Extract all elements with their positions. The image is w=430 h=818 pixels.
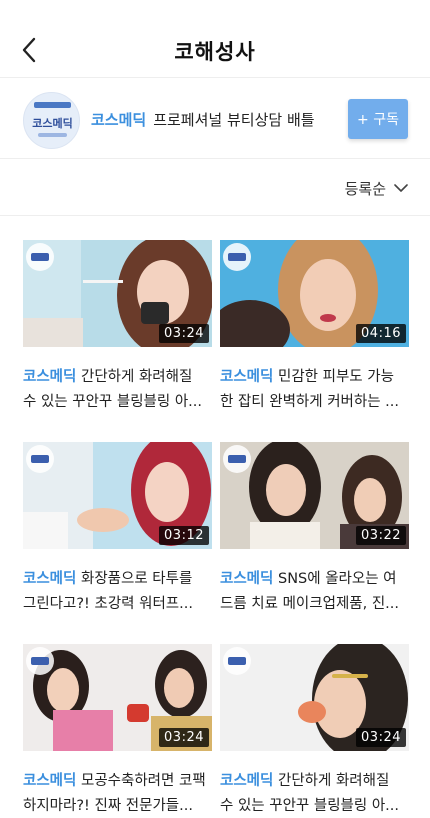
- sort-label: 등록순: [344, 180, 386, 198]
- subscribe-button[interactable]: + 구독: [348, 99, 408, 139]
- video-title-line2: 수 있는 꾸안꾸 블링블링 아...: [220, 798, 400, 814]
- video-card[interactable]: 03:24 코스메딕 간단하게 화려해질 수 있는 꾸안꾸 블링블링 아...: [23, 240, 212, 415]
- video-title-line2: 드름 치료 메이크업제품, 진...: [220, 596, 400, 612]
- video-brand: 코스메딕: [220, 773, 274, 789]
- video-thumbnail[interactable]: 03:12: [23, 442, 212, 549]
- video-title-line1: 모공수축하려면 코팩: [80, 773, 206, 789]
- video-brand: 코스메딕: [220, 571, 274, 587]
- video-brand: 코스메딕: [23, 773, 77, 789]
- video-title[interactable]: 코스메딕 간단하게 화려해질 수 있는 꾸안꾸 블링블링 아...: [23, 365, 212, 415]
- sort-dropdown[interactable]: 등록순: [345, 178, 408, 199]
- channel-description: 프로페셔널 뷰티상담 배틀: [153, 111, 315, 129]
- video-brand: 코스메딕: [23, 571, 77, 587]
- video-title-line1: 간단하게 화려해질: [80, 369, 193, 385]
- channel-bar: 코스메딕 코스메딕 프로페셔널 뷰티상담 배틀 + 구독: [0, 79, 430, 159]
- top-header: 코해성사: [0, 0, 430, 78]
- video-title-line2: 한 잡티 완벽하게 커버하는 ...: [220, 394, 400, 410]
- video-title-line2: 하지마라?! 진짜 전문가들...: [23, 798, 193, 814]
- video-title-line1: 간단하게 화려해질: [277, 773, 390, 789]
- video-title[interactable]: 코스메딕 모공수축하려면 코팩 하지마라?! 진짜 전문가들...: [23, 769, 212, 818]
- video-card[interactable]: 03:24 코스메딕 간단하게 화려해질 수 있는 꾸안꾸 블링블링 아...: [220, 644, 409, 818]
- video-thumbnail[interactable]: 03:24: [23, 240, 212, 347]
- video-title-line1: SNS에 올라오는 여: [277, 571, 397, 587]
- video-title-line1: 화장품으로 타투를: [80, 571, 193, 587]
- video-card[interactable]: 04:16 코스메딕 민감한 피부도 가능 한 잡티 완벽하게 커버하는 ...: [220, 240, 409, 415]
- video-duration: 04:16: [356, 324, 406, 343]
- chevron-down-icon: [394, 184, 408, 192]
- video-title-line1: 민감한 피부도 가능: [277, 369, 394, 385]
- video-thumbnail[interactable]: 03:24: [23, 644, 212, 751]
- video-duration: 03:22: [356, 526, 406, 545]
- sort-bar: 등록순: [0, 160, 430, 216]
- channel-logo-text: 코스메딕: [32, 116, 72, 130]
- video-brand: 코스메딕: [23, 369, 77, 385]
- video-thumbnail[interactable]: 03:22: [220, 442, 409, 549]
- video-brand: 코스메딕: [220, 369, 274, 385]
- video-duration: 03:12: [159, 526, 209, 545]
- video-card[interactable]: 03:12 코스메딕 화장품으로 타투를 그린다고?! 초강력 워터프...: [23, 442, 212, 617]
- video-duration: 03:24: [159, 324, 209, 343]
- video-card[interactable]: 03:22 코스메딕 SNS에 올라오는 여 드름 치료 메이크업제품, 진..…: [220, 442, 409, 617]
- video-title[interactable]: 코스메딕 민감한 피부도 가능 한 잡티 완벽하게 커버하는 ...: [220, 365, 409, 415]
- video-duration: 03:24: [356, 728, 406, 747]
- video-title-line2: 수 있는 꾸안꾸 블링블링 아...: [23, 394, 203, 410]
- video-title[interactable]: 코스메딕 간단하게 화려해질 수 있는 꾸안꾸 블링블링 아...: [220, 769, 409, 818]
- channel-logo[interactable]: 코스메딕: [23, 92, 80, 149]
- video-thumbnail[interactable]: 03:24: [220, 644, 409, 751]
- video-duration: 03:24: [159, 728, 209, 747]
- video-title-line2: 그린다고?! 초강력 워터프...: [23, 596, 193, 612]
- video-title[interactable]: 코스메딕 SNS에 올라오는 여 드름 치료 메이크업제품, 진...: [220, 567, 409, 617]
- page-title: 코해성사: [174, 40, 256, 64]
- video-card[interactable]: 03:24 코스메딕 모공수축하려면 코팩 하지마라?! 진짜 전문가들...: [23, 644, 212, 818]
- channel-brand: 코스메딕: [91, 111, 147, 129]
- video-title[interactable]: 코스메딕 화장품으로 타투를 그린다고?! 초강력 워터프...: [23, 567, 212, 617]
- channel-name[interactable]: 코스메딕 프로페셔널 뷰티상담 배틀: [91, 109, 315, 130]
- video-thumbnail[interactable]: 04:16: [220, 240, 409, 347]
